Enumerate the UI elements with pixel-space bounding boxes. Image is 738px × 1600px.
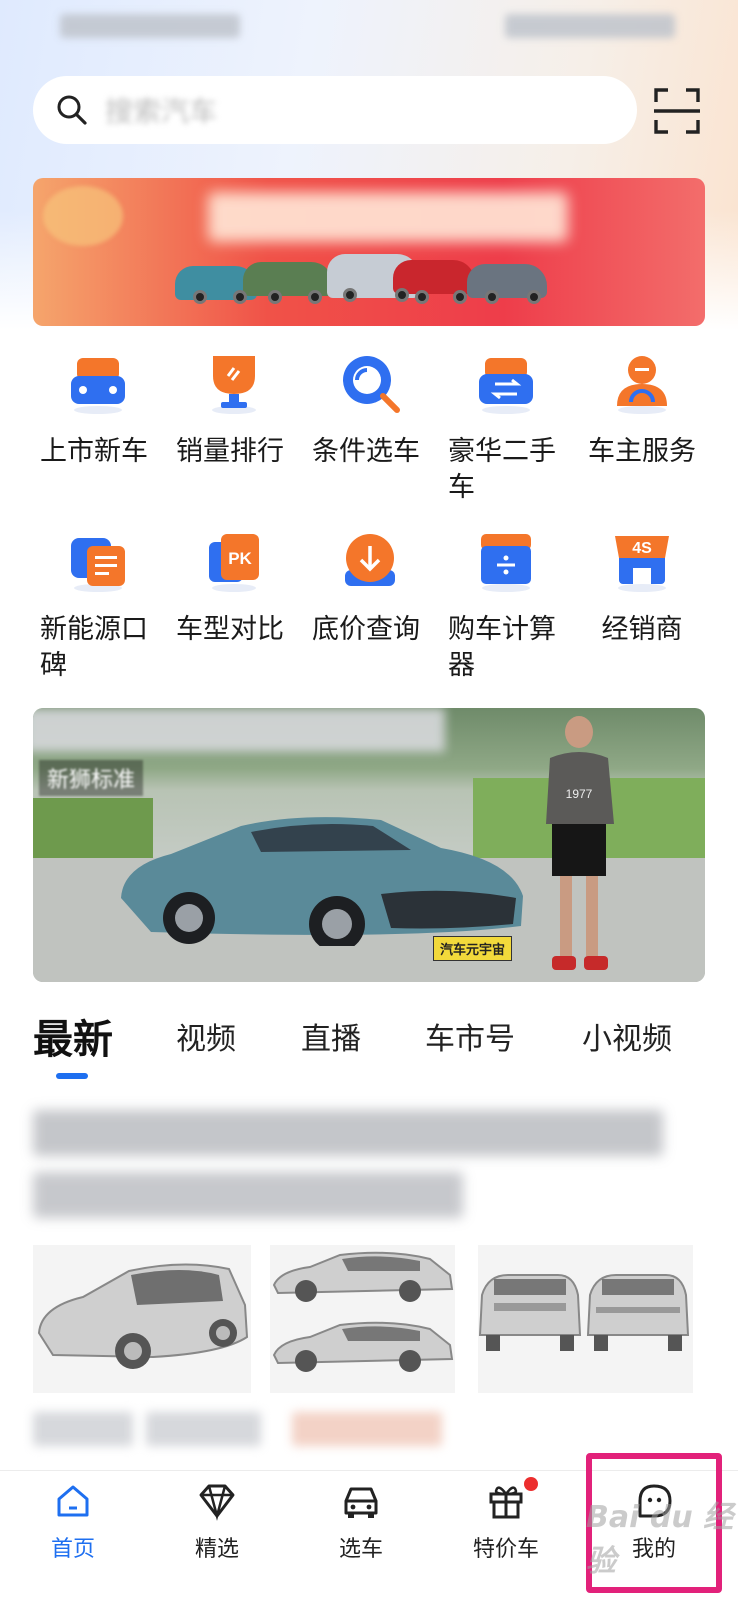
home-icon xyxy=(57,1485,89,1517)
tab-latest[interactable]: 最新 xyxy=(33,1010,113,1070)
license-plate: 汽车元宇宙 xyxy=(433,936,513,961)
article-thumbnail[interactable] xyxy=(33,1245,251,1393)
menu-price-query[interactable]: 底价查询 xyxy=(302,528,438,648)
menu-label: 条件选车 xyxy=(312,436,420,467)
menu-dealers[interactable]: 4S 经销商 xyxy=(574,528,710,648)
article-title-blurred[interactable] xyxy=(33,1172,463,1218)
car-image xyxy=(121,817,523,946)
gift-icon xyxy=(489,1486,523,1519)
menu-ev-reviews[interactable]: 新能源口碑 xyxy=(30,528,166,684)
menu-label: 购车计算器 xyxy=(448,614,556,681)
nav-choose-car[interactable]: 选车 xyxy=(291,1481,431,1563)
notification-dot xyxy=(524,1477,538,1491)
scan-icon[interactable] xyxy=(654,88,700,134)
used-car-icon xyxy=(479,358,533,414)
nav-label: 精选 xyxy=(194,1537,239,1562)
svg-text:4S: 4S xyxy=(632,540,652,557)
tab-market[interactable]: 车市号 xyxy=(425,1010,515,1070)
search-filter-icon xyxy=(343,356,400,413)
promo-banner[interactable] xyxy=(33,178,705,326)
search-icon xyxy=(57,95,87,125)
menu-calculator[interactable]: 购车计算器 xyxy=(438,528,574,684)
owner-service-icon xyxy=(617,356,667,414)
nav-label: 首页 xyxy=(50,1537,95,1562)
price-query-icon xyxy=(345,534,395,586)
content-tabs: 最新 视频 直播 车市号 小视频 xyxy=(33,1010,713,1070)
nav-featured[interactable]: 精选 xyxy=(147,1481,287,1563)
coin-graphic xyxy=(43,186,123,246)
menu-luxury-used[interactable]: 豪华二手车 xyxy=(438,350,574,506)
article-meta-blurred xyxy=(33,1412,133,1446)
tab-short-video[interactable]: 小视频 xyxy=(582,1010,672,1070)
nav-home[interactable]: 首页 xyxy=(3,1481,143,1563)
nav-label: 选车 xyxy=(338,1537,383,1562)
watermark: Bai du 经验 xyxy=(586,1500,734,1579)
article-thumbnail[interactable] xyxy=(270,1245,455,1393)
menu-compare[interactable]: PK 车型对比 xyxy=(166,528,302,648)
tab-video[interactable]: 视频 xyxy=(176,1010,236,1070)
menu-new-cars[interactable]: 上市新车 xyxy=(30,350,166,470)
menu-label: 车主服务 xyxy=(588,436,696,467)
menu-label: 经销商 xyxy=(601,614,683,645)
article-title-blurred[interactable] xyxy=(33,1110,663,1156)
search-bar[interactable]: 搜索汽车 xyxy=(33,76,637,144)
menu-label: 新能源口碑 xyxy=(40,614,148,681)
menu-label: 上市新车 xyxy=(40,436,148,467)
menu-label: 底价查询 xyxy=(312,614,420,645)
svg-text:PK: PK xyxy=(228,549,252,568)
active-tab-indicator xyxy=(56,1073,88,1079)
app-home-screen: 搜索汽车 上市新车 销量排行 条件选车 豪华二手车 车主服务 新能源口碑 PK … xyxy=(0,0,738,1600)
trophy-icon xyxy=(212,356,256,414)
diamond-icon xyxy=(199,1484,235,1521)
article-meta-blurred xyxy=(292,1412,442,1446)
search-placeholder: 搜索汽车 xyxy=(105,95,218,128)
menu-label: 销量排行 xyxy=(176,436,284,467)
featured-video-card[interactable]: 新狮标准 汽车元宇宙 1977 xyxy=(33,708,705,982)
menu-owner-service[interactable]: 车主服务 xyxy=(574,350,710,470)
car-icon xyxy=(344,1487,378,1518)
banner-title-blurred xyxy=(208,192,568,242)
menu-label: 车型对比 xyxy=(176,614,284,645)
tab-live[interactable]: 直播 xyxy=(301,1010,361,1070)
nav-label: 特价车 xyxy=(472,1537,539,1562)
dealer-4s-icon: 4S xyxy=(615,536,669,592)
video-title-blurred xyxy=(33,708,445,752)
menu-label: 豪华二手车 xyxy=(448,436,556,503)
menu-sales-ranking[interactable]: 销量排行 xyxy=(166,350,302,470)
article-meta-blurred xyxy=(146,1412,261,1446)
video-caption: 新狮标准 xyxy=(39,760,144,796)
person-figure: 1977 xyxy=(546,716,614,970)
pk-compare-icon: PK xyxy=(209,534,259,592)
nav-special-offers[interactable]: 特价车 xyxy=(436,1477,576,1563)
calculator-icon xyxy=(481,534,531,592)
menu-filter-cars[interactable]: 条件选车 xyxy=(302,350,438,470)
ev-review-icon xyxy=(71,538,125,592)
status-bar xyxy=(0,0,738,50)
new-car-icon xyxy=(71,358,125,414)
article-thumbnail[interactable] xyxy=(478,1245,693,1393)
svg-text:1977: 1977 xyxy=(566,787,593,801)
